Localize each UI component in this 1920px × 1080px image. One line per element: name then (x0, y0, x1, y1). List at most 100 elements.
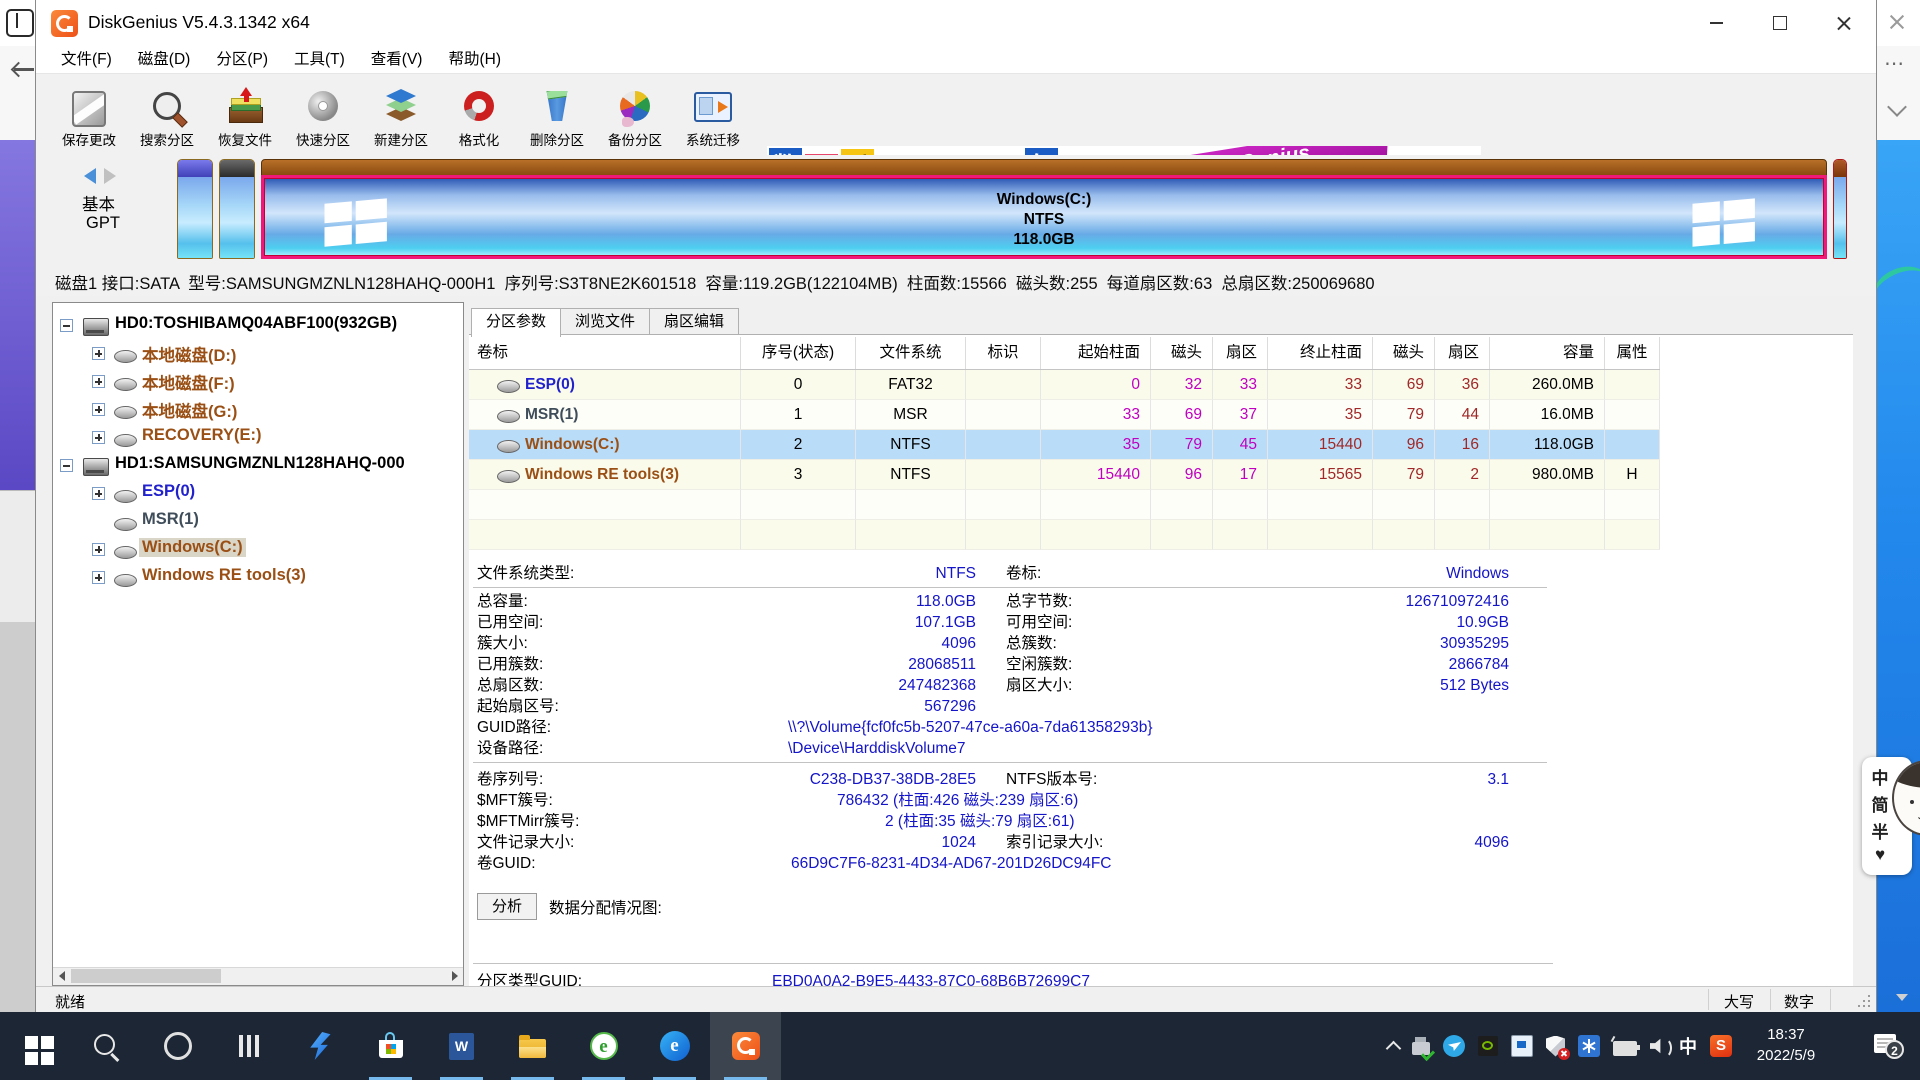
menu-view[interactable]: 查看(V) (358, 47, 436, 73)
menu-disk[interactable]: 磁盘(D) (125, 47, 204, 73)
collapse-icon[interactable] (60, 319, 73, 332)
search-partition-button[interactable]: 搜索分区 (128, 76, 206, 153)
behind-window-sidebar-icon[interactable] (6, 9, 34, 37)
tree-item-hd1[interactable]: HD1:SAMSUNGMZNLN128HAHQ-000 (53, 451, 463, 479)
menu-tools[interactable]: 工具(T) (281, 47, 358, 73)
ime-heart-icon[interactable]: ♥ (1862, 845, 1898, 865)
collapse-icon[interactable] (60, 459, 73, 472)
maximize-button[interactable] (1748, 0, 1812, 46)
partition-block-windows-c[interactable]: Windows(C:) NTFS 118.0GB (261, 159, 1827, 259)
menu-partition[interactable]: 分区(P) (203, 47, 281, 73)
taskbar-clock[interactable]: 18:37 2022/5/9 (1740, 1024, 1832, 1066)
start-button[interactable] (0, 1012, 71, 1080)
tree-item-esp[interactable]: ESP(0) (53, 479, 463, 507)
word-icon: W (449, 1033, 474, 1060)
tree-item-msr[interactable]: MSR(1) (53, 507, 463, 535)
ellipsis-menu-icon[interactable]: ⋯ (1884, 60, 1910, 68)
system-migration-button[interactable]: 系统迁移 (674, 76, 752, 153)
tree-horizontal-scrollbar[interactable] (53, 967, 463, 985)
intel-graphics-icon[interactable] (1511, 1035, 1533, 1057)
prev-disk-icon[interactable] (84, 168, 96, 184)
scroll-right-icon[interactable] (446, 968, 463, 984)
flash-app-button[interactable] (284, 1012, 355, 1080)
expand-icon[interactable] (92, 571, 105, 584)
tab-browse-files[interactable]: 浏览文件 (561, 308, 650, 336)
volume-icon[interactable] (1650, 1038, 1666, 1054)
taskbar-search-button[interactable] (71, 1012, 142, 1080)
disk-tree-panel: HD0:TOSHIBAMQ04ABF100(932GB) 本地磁盘(D:) 本地… (52, 302, 464, 986)
menu-file[interactable]: 文件(F) (48, 47, 125, 73)
browser-blue-button[interactable]: e (639, 1012, 710, 1080)
table-row-msr[interactable]: MSR(1) 1 MSR 33 69 37 35 79 44 16.0MB (469, 400, 1660, 430)
resize-grip[interactable] (1858, 995, 1870, 1007)
new-partition-button[interactable]: 新建分区 (362, 76, 440, 153)
expand-icon[interactable] (92, 375, 105, 388)
store-button[interactable] (355, 1012, 426, 1080)
scroll-down-arrow-icon[interactable] (1896, 994, 1908, 1001)
disk-info-text: 磁盘1 接口:SATA 型号:SAMSUNGMZNLN128HAHQ-000H1… (55, 270, 1375, 294)
tree-item-recovery-e[interactable]: RECOVERY(E:) (53, 423, 463, 451)
disk-type-label: 基本 (82, 191, 115, 215)
quick-partition-button[interactable]: 快速分区 (284, 76, 362, 153)
nvidia-icon[interactable] (1478, 1036, 1498, 1056)
partition-block-esp[interactable] (177, 159, 213, 259)
table-row-windows-c-selected[interactable]: Windows(C:) 2 NTFS 35 79 45 15440 96 16 … (469, 430, 1660, 460)
partition-block-msr[interactable] (219, 159, 255, 259)
expand-icon[interactable] (92, 347, 105, 360)
close-button[interactable] (1812, 0, 1876, 46)
hair (1892, 760, 1920, 788)
snowflake-icon[interactable] (1578, 1035, 1600, 1057)
selected-tree-item-label: Windows(C:) (139, 538, 246, 557)
browser-green-button[interactable]: e (568, 1012, 639, 1080)
recover-files-icon (225, 89, 265, 125)
expand-icon[interactable] (92, 431, 105, 444)
task-view-button[interactable] (213, 1012, 284, 1080)
battery-icon[interactable] (1613, 1041, 1637, 1056)
behind-window-close-icon[interactable] (1888, 13, 1906, 31)
ime-mode-chinese[interactable]: 中 (1862, 764, 1898, 789)
partition-detail-panel: 分区参数 浏览文件 扇区编辑 卷标 序号(状态) 文件系统 标识 起始柱面 磁头… (469, 302, 1853, 986)
table-row-esp[interactable]: ESP(0) 0 FAT32 0 32 33 33 69 36 260.0MB (469, 370, 1660, 400)
tree-item-disk-d[interactable]: 本地磁盘(D:) (53, 339, 463, 367)
ime-mode-halfwidth[interactable]: 半 (1862, 818, 1898, 843)
tab-partition-params[interactable]: 分区参数 (471, 308, 561, 337)
word-button[interactable]: W (426, 1012, 497, 1080)
next-disk-icon[interactable] (104, 168, 116, 184)
maximize-icon (1773, 16, 1787, 30)
sogou-icon[interactable]: S (1710, 1035, 1732, 1057)
backup-partition-button[interactable]: 备份分区 (596, 76, 674, 153)
menu-help[interactable]: 帮助(H) (435, 47, 514, 73)
analyze-button[interactable]: 分析 (477, 893, 537, 920)
table-row-winre[interactable]: Windows RE tools(3) 3 NTFS 15440 96 17 1… (469, 460, 1660, 490)
recover-files-button[interactable]: 恢复文件 (206, 76, 284, 153)
messenger-icon[interactable] (1443, 1035, 1465, 1057)
tab-sector-editor[interactable]: 扇区编辑 (650, 308, 739, 336)
tray-expand-icon[interactable] (1386, 1040, 1402, 1056)
diskgenius-taskbar-button[interactable] (710, 1012, 781, 1080)
expand-icon[interactable] (92, 543, 105, 556)
scrollbar-thumb[interactable] (71, 969, 221, 983)
tree-item-hd0[interactable]: HD0:TOSHIBAMQ04ABF100(932GB) (53, 311, 463, 339)
system-tray: 中 S (1388, 1012, 1732, 1080)
printer-status-icon[interactable] (1412, 1042, 1430, 1055)
ime-indicator[interactable]: 中 (1679, 1033, 1697, 1059)
file-explorer-button[interactable] (497, 1012, 568, 1080)
cortana-button[interactable] (142, 1012, 213, 1080)
back-arrow-icon[interactable] (14, 68, 34, 71)
tree-item-windows-c[interactable]: Windows(C:) (53, 535, 463, 563)
notification-center-button[interactable]: 2 (1874, 1034, 1896, 1053)
format-button[interactable]: 格式化 (440, 76, 518, 153)
delete-partition-button[interactable]: 删除分区 (518, 76, 596, 153)
tree-item-disk-g[interactable]: 本地磁盘(G:) (53, 395, 463, 423)
scroll-left-icon[interactable] (53, 968, 70, 984)
security-shield-icon[interactable] (1546, 1036, 1565, 1057)
tree-item-winre-tools[interactable]: Windows RE tools(3) (53, 563, 463, 591)
save-changes-button[interactable]: 保存更改 (50, 76, 128, 153)
partition-block-winre[interactable] (1833, 159, 1847, 259)
tree-item-disk-f[interactable]: 本地磁盘(F:) (53, 367, 463, 395)
expand-icon[interactable] (92, 487, 105, 500)
status-ready: 就绪 (55, 991, 85, 1012)
expand-icon[interactable] (92, 403, 105, 416)
minimize-button[interactable] (1684, 0, 1748, 46)
partition-icon (114, 378, 137, 391)
